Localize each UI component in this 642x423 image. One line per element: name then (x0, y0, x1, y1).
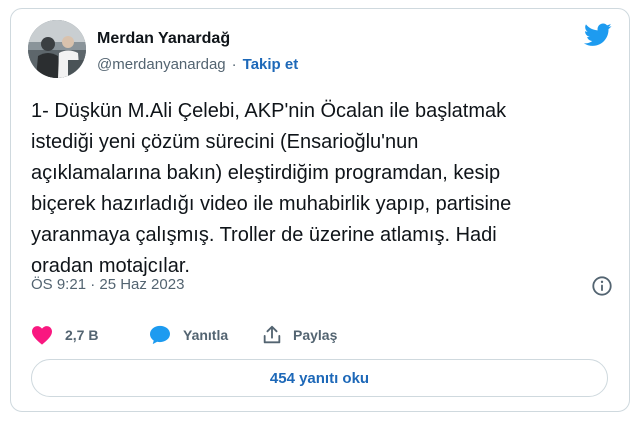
author-handle[interactable]: @merdanyanardag (97, 56, 226, 73)
tweet-card: Merdan Yanardağ @merdanyanardag · Takip … (10, 8, 630, 412)
share-button[interactable]: Paylaş (261, 324, 337, 346)
share-icon (263, 325, 281, 344)
avatar-image (28, 20, 86, 78)
reply-bubble-icon (150, 325, 170, 345)
author-name[interactable]: Merdan Yanardağ (97, 30, 230, 48)
tweet-actions: 2,7 B Yanıtla Paylaş (31, 323, 337, 347)
reply-button[interactable]: Yanıtla (149, 325, 261, 345)
info-icon[interactable] (591, 275, 613, 297)
tweet-timestamp[interactable]: ÖS 9:21 · 25 Haz 2023 (31, 276, 184, 293)
avatar[interactable] (28, 20, 86, 78)
author-handle-row: @merdanyanardag · Takip et (97, 56, 298, 73)
like-button[interactable]: 2,7 B (31, 325, 149, 345)
tweet-text: 1- Düşkün M.Ali Çelebi, AKP'nin Öcalan i… (31, 100, 512, 277)
twitter-bird-icon[interactable] (584, 23, 612, 47)
reply-label: Yanıtla (183, 327, 229, 343)
separator-dot: · (231, 56, 237, 73)
follow-button[interactable]: Takip et (243, 56, 299, 73)
read-replies-button[interactable]: 454 yanıtı oku (31, 359, 608, 397)
like-count: 2,7 B (65, 327, 99, 343)
share-label: Paylaş (293, 327, 338, 343)
heart-icon (32, 326, 52, 345)
